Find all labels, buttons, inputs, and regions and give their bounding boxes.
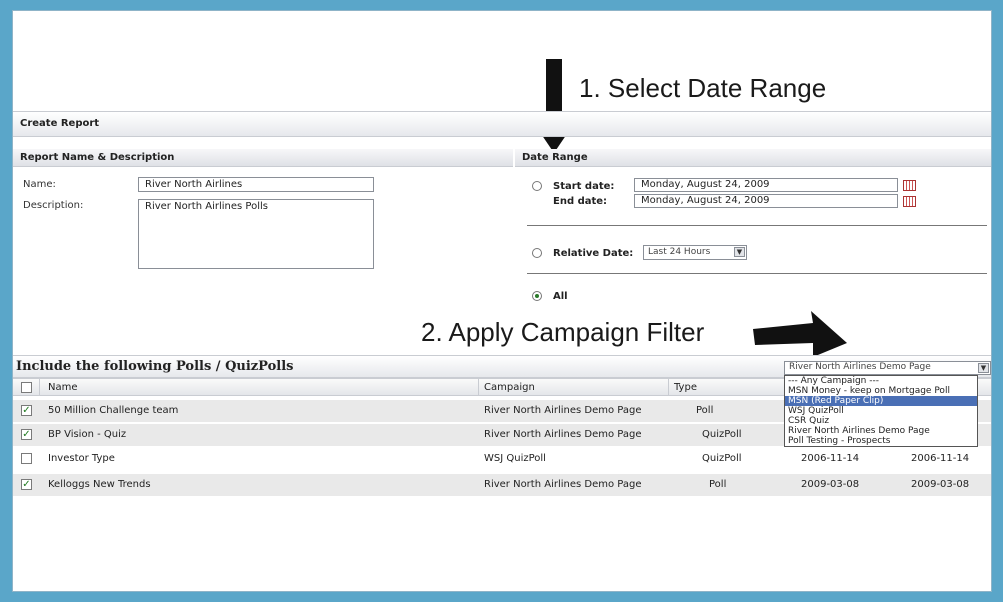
create-report-header: Create Report <box>13 111 991 137</box>
row-checkbox[interactable]: ✓ <box>21 405 32 416</box>
poll-start-date: 2006-11-14 <box>801 453 860 464</box>
right-arrow-annotation <box>753 311 847 357</box>
start-date-field[interactable]: Monday, August 24, 2009 <box>634 178 898 192</box>
polls-section-title: Include the following Polls / QuizPolls <box>16 359 294 374</box>
column-header-campaign[interactable]: Campaign <box>484 382 535 393</box>
relative-date-value: Last 24 Hours <box>648 247 711 257</box>
poll-campaign: River North Airlines Demo Page <box>484 405 642 416</box>
poll-type: Poll <box>709 479 727 490</box>
all-dates-label: All <box>553 291 568 302</box>
poll-type: QuizPoll <box>702 429 742 440</box>
table-row[interactable]: ✓ Kelloggs New Trends River North Airlin… <box>13 474 991 496</box>
poll-name: Investor Type <box>48 453 115 464</box>
description-field[interactable]: River North Airlines Polls <box>138 199 374 269</box>
poll-name: 50 Million Challenge team <box>48 405 179 416</box>
poll-end-date: 2009-03-08 <box>911 479 970 490</box>
campaign-option[interactable]: CSR Quiz <box>785 416 977 426</box>
relative-date-radio[interactable] <box>532 248 542 258</box>
date-divider-2 <box>527 273 987 274</box>
campaign-option-highlighted[interactable]: MSN (Red Paper Clip) <box>785 396 977 406</box>
name-label: Name: <box>23 179 56 190</box>
all-dates-radio[interactable] <box>532 291 542 301</box>
table-row[interactable]: Investor Type WSJ QuizPoll QuizPoll 2006… <box>13 448 991 470</box>
campaign-option[interactable]: Poll Testing - Prospects <box>785 436 977 446</box>
campaign-filter-value: River North Airlines Demo Page <box>789 362 931 372</box>
chevron-down-icon[interactable]: ▼ <box>978 363 989 373</box>
column-divider <box>478 379 479 395</box>
report-window: 1. Select Date Range Create Report Repor… <box>12 10 992 592</box>
chevron-down-icon[interactable]: ▼ <box>734 247 745 257</box>
relative-date-select[interactable]: Last 24 Hours ▼ <box>643 245 747 260</box>
column-header-type[interactable]: Type <box>674 382 697 393</box>
poll-campaign: River North Airlines Demo Page <box>484 429 642 440</box>
column-divider <box>668 379 669 395</box>
report-name-section-title: Report Name & Description <box>20 152 175 163</box>
poll-name: BP Vision - Quiz <box>48 429 127 440</box>
report-name-section-header: Report Name & Description <box>13 149 513 167</box>
annotation-apply-campaign-filter: 2. Apply Campaign Filter <box>421 317 705 347</box>
campaign-option[interactable]: WSJ QuizPoll <box>785 406 977 416</box>
campaign-option[interactable]: MSN Money - keep on Mortgage Poll <box>785 386 977 396</box>
row-checkbox[interactable] <box>21 453 32 464</box>
start-date-radio[interactable] <box>532 181 542 191</box>
poll-name: Kelloggs New Trends <box>48 479 151 490</box>
poll-end-date: 2006-11-14 <box>911 453 970 464</box>
end-date-calendar-icon[interactable] <box>903 196 916 207</box>
relative-date-label: Relative Date: <box>553 248 634 259</box>
campaign-option[interactable]: --- Any Campaign --- <box>785 376 977 386</box>
campaign-filter-select[interactable]: River North Airlines Demo Page ▼ <box>784 361 991 375</box>
annotation-select-date-range: 1. Select Date Range <box>579 73 827 103</box>
column-divider <box>39 379 40 395</box>
date-range-section-title: Date Range <box>522 152 588 163</box>
date-range-section-header: Date Range <box>515 149 991 167</box>
row-checkbox[interactable]: ✓ <box>21 479 32 490</box>
end-date-label: End date: <box>553 196 608 207</box>
create-report-title: Create Report <box>20 118 100 129</box>
campaign-option[interactable]: River North Airlines Demo Page <box>785 426 977 436</box>
down-arrow-annotation <box>531 59 577 153</box>
column-header-name[interactable]: Name <box>48 382 78 393</box>
row-checkbox[interactable]: ✓ <box>21 429 32 440</box>
poll-type: QuizPoll <box>702 453 742 464</box>
start-date-label: Start date: <box>553 181 615 192</box>
end-date-field[interactable]: Monday, August 24, 2009 <box>634 194 898 208</box>
poll-type: Poll <box>696 405 714 416</box>
poll-campaign: River North Airlines Demo Page <box>484 479 642 490</box>
campaign-dropdown-list: --- Any Campaign --- MSN Money - keep on… <box>784 375 978 447</box>
name-field[interactable]: River North Airlines <box>138 177 374 192</box>
poll-start-date: 2009-03-08 <box>801 479 860 490</box>
start-date-calendar-icon[interactable] <box>903 180 916 191</box>
select-all-checkbox[interactable] <box>21 382 32 393</box>
poll-campaign: WSJ QuizPoll <box>484 453 546 464</box>
date-divider-1 <box>527 225 987 226</box>
description-label: Description: <box>23 200 84 211</box>
